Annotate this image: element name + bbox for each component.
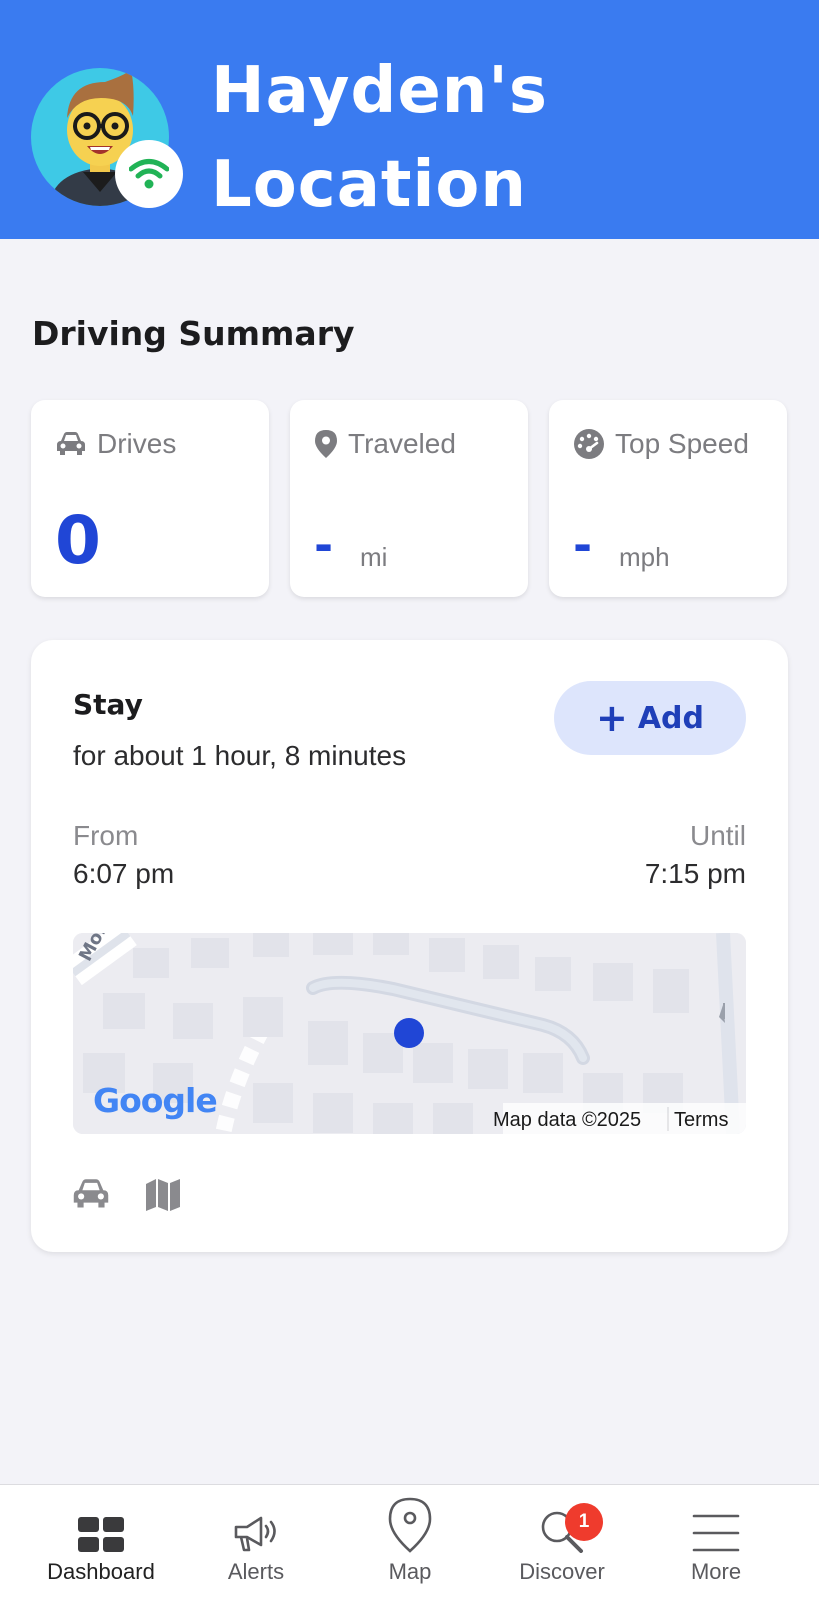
tab-label: Map [388,1559,432,1584]
from-label: From [73,820,139,851]
location-pin-icon [315,430,337,458]
car-icon [57,432,85,455]
menu-icon [692,1514,740,1552]
tab-dashboard[interactable]: Dashboard [30,1485,172,1600]
plus-icon: + [595,696,628,740]
bottom-tab-bar: Dashboard Alerts Map Discover 1 More [0,1484,819,1600]
tab-label: More [690,1559,742,1584]
tab-label: Alerts [227,1559,285,1584]
stay-title: Stay [73,688,143,721]
google-logo: Google [93,1081,218,1120]
stay-duration: for about 1 hour, 8 minutes [73,740,407,771]
map-icon[interactable] [145,1178,181,1212]
stat-label-text: Top Speed [615,428,749,459]
stat-card-drives[interactable]: Drives 0 [31,400,269,597]
tab-map[interactable]: Map [350,1485,470,1600]
stat-label-traveled: Traveled [314,428,456,460]
map-data-text: Map data ©2025 [493,1109,642,1131]
stat-label-text: Traveled [348,428,456,459]
stat-label-top-speed: Top Speed [573,428,749,460]
tab-discover[interactable]: Discover 1 [502,1485,622,1600]
header: Hayden's Location [0,0,819,239]
stay-map[interactable]: Morni Google Map data ©2025 Terms [73,933,746,1134]
stat-value-top-speed: - [573,518,593,572]
page-title-line2: Location [211,148,527,222]
dashboard-icon [78,1517,124,1552]
stat-value-drives: 0 [55,502,101,579]
stat-card-top-speed[interactable]: Top Speed - mph [549,400,787,597]
stay-card[interactable]: Stay for about 1 hour, 8 minutes + Add F… [31,640,788,1252]
stat-card-traveled[interactable]: Traveled - mi [290,400,528,597]
page-title: Hayden's Location [211,44,771,232]
stat-unit-miles: mi [360,542,388,572]
add-button[interactable]: + Add [554,681,746,755]
map-terms-link[interactable]: Terms [674,1109,728,1132]
until-time: 7:15 pm [644,858,746,889]
stat-label-text: Drives [97,428,177,459]
stat-unit-mph: mph [619,542,670,572]
speedometer-icon [574,429,604,459]
tab-alerts[interactable]: Alerts [196,1485,316,1600]
stay-actions [71,1178,181,1212]
map-pin-icon [388,1497,432,1553]
add-button-label: Add [637,700,704,736]
avatar[interactable] [31,42,183,208]
from-time: 6:07 pm [73,858,175,889]
tab-label: Dashboard [47,1559,155,1584]
page-title-line1: Hayden's [211,54,548,128]
stat-value-traveled: - [314,518,334,572]
until-label: Until [689,820,746,851]
tab-label: Discover [519,1559,605,1584]
tab-more[interactable]: More [656,1485,776,1600]
car-icon[interactable] [71,1178,111,1210]
section-title-driving-summary: Driving Summary [32,314,355,353]
megaphone-icon [234,1516,276,1552]
stat-label-drives: Drives [55,428,176,460]
wifi-icon [115,140,183,208]
notification-badge: 1 [565,1503,603,1541]
